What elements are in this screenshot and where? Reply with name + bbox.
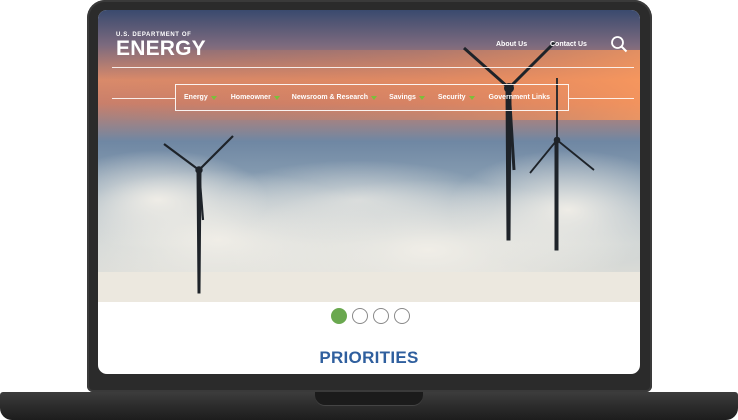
nav-item-security[interactable]: Security	[425, 94, 475, 101]
nav-item-label: Homeowner	[230, 94, 271, 101]
about-us-link[interactable]: About Us	[496, 41, 527, 48]
logo-title: ENERGY	[116, 37, 206, 60]
nav-item-label: Security	[437, 94, 466, 101]
nav-rule-left	[112, 98, 175, 99]
hero-banner: U.S. DEPARTMENT OF ENERGY About Us Conta…	[98, 10, 640, 302]
nav-item-homeowner[interactable]: Homeowner	[217, 94, 280, 101]
nav-item-newsroom-research[interactable]: Newsroom & Research	[280, 94, 378, 101]
carousel-dot-3[interactable]	[373, 308, 389, 324]
nav-item-label: Government Links	[488, 94, 551, 101]
contact-us-link[interactable]: Contact Us	[550, 41, 587, 48]
nav-item-savings[interactable]: Savings	[377, 94, 425, 101]
nav-rule-right	[569, 98, 634, 99]
nav-item-label: Newsroom & Research	[291, 94, 369, 101]
search-icon	[611, 36, 628, 53]
header-divider	[112, 67, 634, 68]
nav-item-label: Energy	[184, 94, 208, 101]
section-heading-priorities: PRIORITIES	[319, 348, 419, 367]
nav-item-government-links[interactable]: Government Links	[475, 94, 550, 101]
doe-logo[interactable]: U.S. DEPARTMENT OF ENERGY	[116, 32, 206, 59]
carousel-dot-4[interactable]	[394, 308, 410, 324]
carousel-dot-1[interactable]	[331, 308, 347, 324]
nav-item-energy[interactable]: Energy	[176, 94, 217, 101]
carousel-pagination	[331, 308, 410, 324]
nav-item-label: Savings	[389, 94, 416, 101]
main-navigation: Energy Homeowner Newsroom & Research Sav…	[175, 84, 569, 111]
carousel-dot-2[interactable]	[352, 308, 368, 324]
search-button[interactable]	[610, 35, 628, 53]
laptop-notch	[315, 392, 423, 406]
browser-screen: U.S. DEPARTMENT OF ENERGY About Us Conta…	[98, 10, 640, 374]
